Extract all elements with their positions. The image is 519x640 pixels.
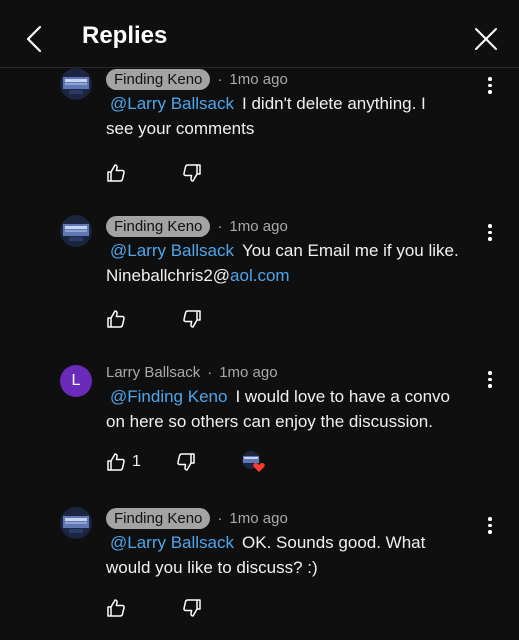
comment-meta: Finding Keno · 1mo ago	[106, 215, 288, 237]
comment-meta: Larry Ballsack · 1mo ago	[106, 361, 278, 383]
dislike-icon[interactable]	[182, 163, 202, 183]
separator-dot: ·	[217, 217, 223, 235]
mention-link[interactable]: @Larry Ballsack	[110, 241, 234, 260]
comment-text: @Larry Ballsack I didn't delete anything.…	[106, 91, 496, 141]
dislike-icon[interactable]	[176, 452, 196, 472]
comment-text: @Larry Ballsack OK. Sounds good. What wou…	[106, 530, 496, 580]
comment-text-line: see your comments	[106, 119, 255, 138]
comment-text-line: would you like to discuss? :)	[106, 558, 318, 577]
comment-text-line: You can Email me if you like.	[242, 241, 459, 260]
dislike-icon[interactable]	[182, 598, 202, 618]
like-icon[interactable]	[106, 598, 126, 618]
avatar[interactable]: L	[60, 365, 92, 397]
separator-dot: ·	[207, 363, 213, 381]
separator-dot: ·	[217, 509, 223, 527]
comment-actions	[106, 308, 202, 330]
author-chip[interactable]: Finding Keno	[106, 215, 211, 237]
avatar[interactable]	[60, 507, 92, 539]
mention-link[interactable]: @Larry Ballsack	[110, 94, 234, 113]
author-chip[interactable]: Finding Keno	[106, 68, 211, 90]
mention-link[interactable]: @Larry Ballsack	[110, 533, 234, 552]
comment-text-line: OK. Sounds good. What	[242, 533, 426, 552]
like-icon[interactable]	[106, 163, 126, 183]
channel-avatar-icon	[60, 507, 92, 539]
timestamp: 1mo ago	[229, 217, 288, 235]
comment-text-line: I would love to have a convo	[235, 387, 450, 406]
replies-header: Replies	[0, 0, 519, 68]
close-icon[interactable]	[473, 26, 499, 52]
author-name[interactable]: Larry Ballsack	[106, 364, 200, 381]
email-user: Nineballchris2@	[106, 266, 231, 285]
dislike-icon[interactable]	[182, 309, 202, 329]
email-link[interactable]: aol.com	[230, 266, 290, 285]
comment-actions: 1	[106, 451, 268, 473]
comment-actions	[106, 162, 202, 184]
page-title: Replies	[82, 22, 168, 49]
separator-dot: ·	[217, 70, 223, 88]
channel-avatar-icon	[60, 68, 92, 100]
comment-meta: Finding Keno · 1mo ago	[106, 68, 288, 90]
avatar[interactable]	[60, 68, 92, 100]
timestamp: 1mo ago	[229, 70, 288, 88]
comment-text-line: I didn't delete anything. I	[242, 94, 426, 113]
author-chip[interactable]: Finding Keno	[106, 507, 211, 529]
channel-avatar-icon	[60, 215, 92, 247]
comment-actions	[106, 597, 202, 619]
like-icon[interactable]	[106, 452, 126, 472]
timestamp: 1mo ago	[229, 509, 288, 527]
creator-heart-icon	[241, 451, 265, 472]
mention-link[interactable]: @Finding Keno	[110, 387, 227, 406]
comment-text-line: on here so others can enjoy the discussi…	[106, 412, 433, 431]
back-arrow-icon[interactable]	[22, 24, 48, 54]
comment-text: @Larry Ballsack You can Email me if you l…	[106, 238, 496, 288]
like-icon[interactable]	[106, 309, 126, 329]
comment-text: @Finding Keno I would love to have a conv…	[106, 384, 496, 434]
timestamp: 1mo ago	[219, 363, 278, 381]
like-count: 1	[132, 453, 141, 470]
comment-meta: Finding Keno · 1mo ago	[106, 507, 288, 529]
avatar[interactable]	[60, 215, 92, 247]
